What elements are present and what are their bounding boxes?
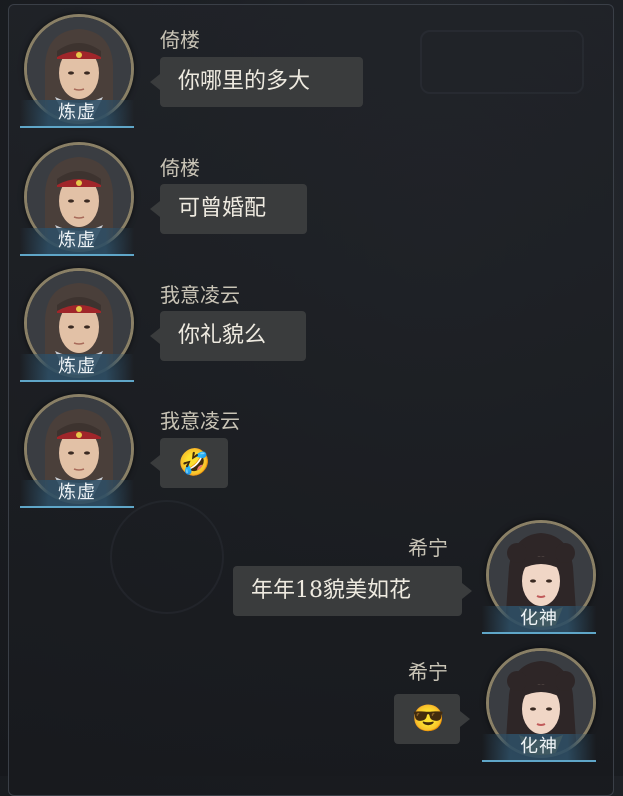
background-decoration	[420, 30, 584, 94]
sender-name[interactable]: 倚楼	[160, 152, 200, 181]
sender-name[interactable]: 希宁	[408, 656, 448, 685]
player-avatar[interactable]: 炼虚	[20, 14, 134, 128]
message-bubble: 你礼貌么	[150, 311, 306, 361]
sunglasses-emoji-icon: 😎	[394, 694, 470, 744]
rank-label: 炼虚	[20, 228, 134, 256]
sender-name[interactable]: 我意凌云	[160, 405, 240, 434]
message-bubble: 你哪里的多大	[150, 57, 363, 107]
rolling-laughing-emoji-icon: 🤣	[150, 438, 228, 488]
player-avatar[interactable]: 炼虚	[20, 142, 134, 256]
sender-name[interactable]: 希宁	[408, 532, 448, 561]
rank-label: 炼虚	[20, 480, 134, 508]
rank-label: 炼虚	[20, 354, 134, 382]
message-bubble: 可曾婚配	[150, 184, 307, 234]
player-avatar[interactable]: 炼虚	[20, 394, 134, 508]
sender-name[interactable]: 倚楼	[160, 24, 200, 53]
player-avatar[interactable]: 化神	[482, 648, 596, 762]
message-bubble: 年年18貌美如花	[233, 566, 472, 616]
player-avatar[interactable]: 炼虚	[20, 268, 134, 382]
background-decoration	[110, 500, 224, 614]
rank-label: 化神	[482, 606, 596, 634]
sender-name[interactable]: 我意凌云	[160, 279, 240, 308]
rank-label: 化神	[482, 734, 596, 762]
rank-label: 炼虚	[20, 100, 134, 128]
player-avatar[interactable]: 化神	[482, 520, 596, 634]
